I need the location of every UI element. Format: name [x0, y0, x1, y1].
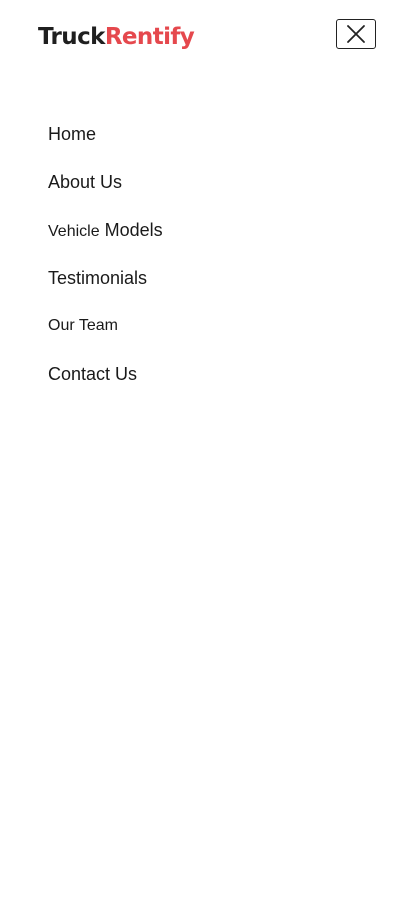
brand-logo-part1: Truck — [38, 24, 105, 50]
nav-item-contact-us[interactable]: Contact Us — [48, 350, 163, 398]
nav-item-testimonials[interactable]: Testimonials — [48, 254, 163, 302]
nav-item-vehicle-models[interactable]: Vehicle Models — [48, 206, 163, 254]
header: TruckRentify — [0, 0, 414, 80]
nav-item-label-suffix: Models — [104, 219, 163, 240]
nav-item-label: Testimonials — [48, 267, 148, 288]
brand-logo[interactable]: TruckRentify — [38, 22, 195, 52]
nav-item-label: Contact Us — [48, 363, 138, 384]
mobile-menu-page: TruckRentify Home About Us Vehicle Model… — [0, 0, 414, 912]
nav-item-home[interactable]: Home — [48, 110, 163, 158]
close-menu-button[interactable] — [336, 19, 376, 49]
nav-item-our-team[interactable]: Our Team — [48, 302, 163, 350]
nav-item-label: Vehicle Models — [48, 220, 163, 241]
nav-item-label: Home — [48, 123, 97, 144]
close-icon — [346, 24, 366, 44]
nav-item-label: Our Team — [48, 317, 118, 334]
nav-menu: Home About Us Vehicle Models Testimonial… — [48, 110, 163, 398]
nav-item-about-us[interactable]: About Us — [48, 158, 163, 206]
nav-item-label-prefix: Vehicle — [48, 222, 100, 240]
brand-logo-part2: Rentify — [104, 24, 195, 50]
nav-item-label: About Us — [48, 171, 123, 192]
